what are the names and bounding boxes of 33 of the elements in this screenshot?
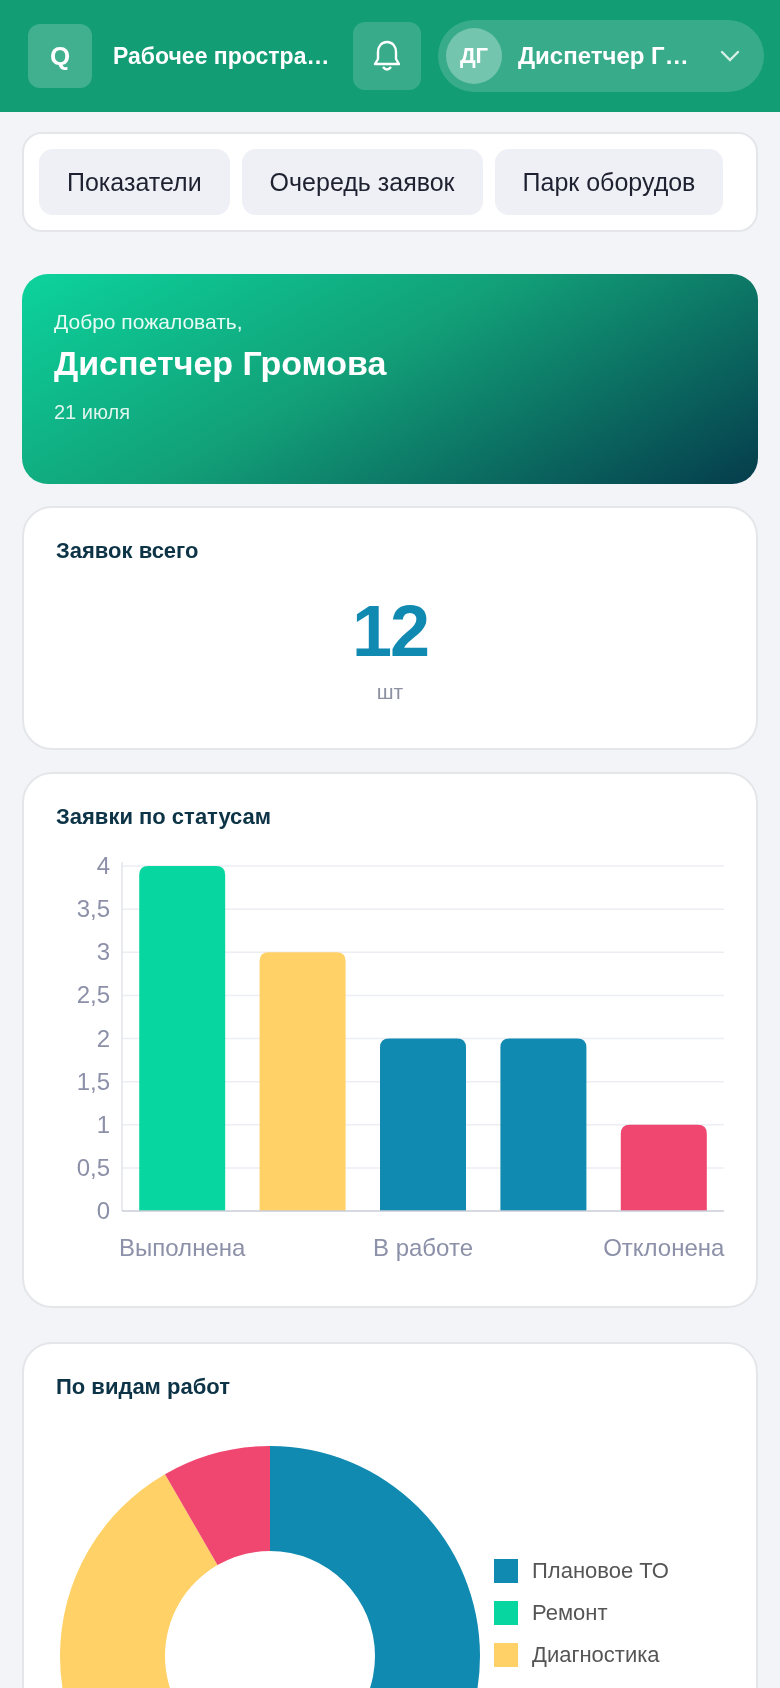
user-full-name: Диспетчер Громова <box>54 344 388 383</box>
user-name: Диспетчер Г… <box>518 42 690 70</box>
axis-tick-label: 2,5 <box>76 981 110 1009</box>
axis-tick-label: 4 <box>96 852 110 879</box>
notifications-button[interactable] <box>353 22 421 90</box>
unit-label: шт <box>375 680 405 705</box>
chevron-down-icon <box>720 50 740 62</box>
card-title: Заявки по статусам <box>56 804 273 830</box>
axis-category-label: В работе <box>373 1234 473 1261</box>
axis-tick-label: 3 <box>96 938 110 966</box>
tab[interactable]: Очередь заявок <box>241 149 483 215</box>
avatar: ДГ <box>446 28 502 84</box>
legend-label: Диагностика <box>532 1642 660 1668</box>
axis-tick-label: 3,5 <box>76 895 110 923</box>
date-text: 21 июля <box>54 401 132 424</box>
axis-category-label: Отклонена <box>603 1234 725 1261</box>
logo: Q <box>28 24 92 88</box>
axis-tick-label: 2 <box>96 1024 110 1052</box>
card-title: По видам работ <box>56 1374 231 1400</box>
axis-tick-label: 0 <box>96 1197 110 1224</box>
tab[interactable]: Показатели <box>39 149 230 215</box>
legend-label: Плановое ТО <box>532 1558 669 1584</box>
axis-category-label: Выполнена <box>119 1234 246 1261</box>
axis-tick-label: 1,5 <box>76 1067 110 1095</box>
axis-tick-label: 0,5 <box>76 1153 110 1181</box>
axis-tick-label: 1 <box>96 1110 110 1138</box>
bell-icon <box>372 39 402 73</box>
card-title: Заявок всего <box>56 538 200 564</box>
workspace-title: Рабочее простра… <box>113 42 331 70</box>
total-value: 12 <box>350 590 430 672</box>
greeting-text: Добро пожаловать, <box>54 310 244 334</box>
legend-label: Ремонт <box>532 1600 608 1626</box>
tab[interactable]: Парк оборудов <box>494 149 724 215</box>
